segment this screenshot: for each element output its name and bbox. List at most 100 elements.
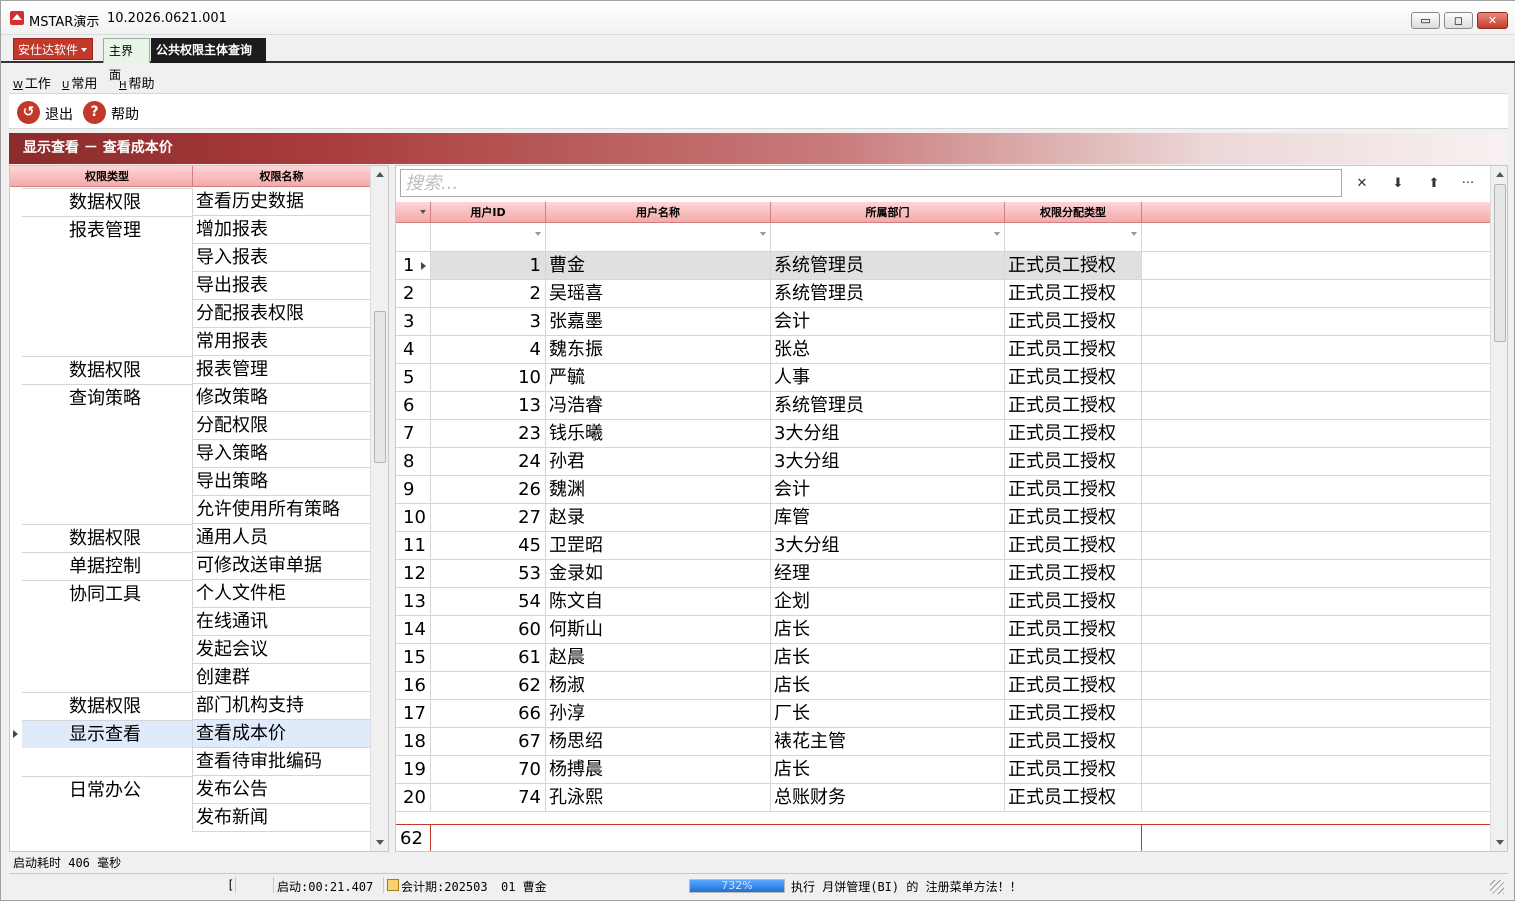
- user-name-cell: 杨思绍: [546, 728, 771, 755]
- table-row[interactable]: 11 45 卫罡昭 3大分组 正式员工授权: [396, 532, 1490, 560]
- permission-row[interactable]: 导出策略: [10, 468, 370, 496]
- tab-public-permission-query[interactable]: 公共权限主体查询: [151, 38, 266, 63]
- user-id-cell: 54: [431, 588, 546, 615]
- table-row[interactable]: 6 13 冯浩睿 系统管理员 正式员工授权: [396, 392, 1490, 420]
- exit-button[interactable]: ↺ 退出: [17, 101, 79, 125]
- permission-row[interactable]: 发布新闻: [10, 804, 370, 832]
- filter-user-name[interactable]: [546, 223, 771, 251]
- user-id-cell: 70: [431, 756, 546, 783]
- permission-row[interactable]: 导入策略: [10, 440, 370, 468]
- permission-row[interactable]: 分配权限: [10, 412, 370, 440]
- column-header-assign-type[interactable]: 权限分配类型: [1005, 202, 1142, 223]
- search-options-button[interactable]: ···: [1457, 174, 1479, 194]
- permission-row[interactable]: 数据权限 查看历史数据: [10, 188, 370, 216]
- table-row[interactable]: 15 61 赵晨 店长 正式员工授权: [396, 644, 1490, 672]
- find-next-button[interactable]: ⬇: [1387, 174, 1409, 194]
- table-row[interactable]: 18 67 杨思绍 裱花主管 正式员工授权: [396, 728, 1490, 756]
- permission-type-cell: [22, 608, 193, 636]
- permission-name-cell: 导出报表: [193, 272, 370, 300]
- permission-row[interactable]: 导入报表: [10, 244, 370, 272]
- filter-dropdown-icon[interactable]: [1131, 232, 1137, 236]
- menu-work[interactable]: W 工作: [13, 73, 51, 92]
- brand-menu-button[interactable]: 安仕达软件: [13, 38, 93, 60]
- column-header-department[interactable]: 所属部门: [771, 202, 1005, 223]
- user-name-cell: 孙君: [546, 448, 771, 475]
- table-row[interactable]: 5 10 严毓 人事 正式员工授权: [396, 364, 1490, 392]
- row-number-cell: 3: [396, 308, 431, 335]
- department-cell: 总账财务: [771, 784, 1005, 811]
- permission-type-cell: [22, 412, 193, 440]
- permission-row[interactable]: 查看待审批编码: [10, 748, 370, 776]
- row-number-cell: 4: [396, 336, 431, 363]
- table-row[interactable]: 8 24 孙君 3大分组 正式员工授权: [396, 448, 1490, 476]
- filter-dropdown-icon[interactable]: [994, 232, 1000, 236]
- row-number-cell: 2: [396, 280, 431, 307]
- permission-row[interactable]: 日常办公 发布公告: [10, 776, 370, 804]
- filter-assign-type[interactable]: [1005, 223, 1142, 251]
- menu-help[interactable]: H 帮助: [119, 73, 155, 92]
- table-row[interactable]: 9 26 魏渊 会计 正式员工授权: [396, 476, 1490, 504]
- permission-row[interactable]: 常用报表: [10, 328, 370, 356]
- row-indicator: [10, 804, 22, 832]
- scroll-thumb[interactable]: [374, 311, 386, 463]
- permission-row[interactable]: 数据权限 报表管理: [10, 356, 370, 384]
- permission-row[interactable]: 允许使用所有策略: [10, 496, 370, 524]
- table-row[interactable]: 20 74 孔泳熙 总账财务 正式员工授权: [396, 784, 1490, 812]
- column-header-permission-type[interactable]: 权限类型: [22, 166, 193, 187]
- permission-row[interactable]: 发起会议: [10, 636, 370, 664]
- table-row[interactable]: 17 66 孙淳 厂长 正式员工授权: [396, 700, 1490, 728]
- clear-search-button[interactable]: ✕: [1351, 174, 1373, 194]
- assign-type-cell: 正式员工授权: [1005, 700, 1142, 727]
- table-row[interactable]: 3 3 张嘉墨 会计 正式员工授权: [396, 308, 1490, 336]
- table-row[interactable]: 16 62 杨淑 店长 正式员工授权: [396, 672, 1490, 700]
- scroll-down-icon[interactable]: [376, 840, 384, 845]
- scroll-up-icon[interactable]: [1496, 172, 1504, 177]
- row-indicator: [10, 636, 22, 664]
- tab-home[interactable]: 主界面: [103, 38, 150, 82]
- find-previous-button[interactable]: ⬆: [1423, 174, 1445, 194]
- permission-row[interactable]: 数据权限 部门机构支持: [10, 692, 370, 720]
- permission-row[interactable]: 显示查看 查看成本价: [10, 720, 370, 748]
- scroll-thumb[interactable]: [1494, 184, 1506, 342]
- permission-row[interactable]: 创建群: [10, 664, 370, 692]
- permission-type-cell: [22, 468, 193, 496]
- table-row[interactable]: 12 53 金录如 经理 正式员工授权: [396, 560, 1490, 588]
- table-row[interactable]: 1 1 曹金 系统管理员 正式员工授权: [396, 252, 1490, 280]
- minimize-button[interactable]: ▭: [1411, 12, 1440, 29]
- maximize-button[interactable]: ◻: [1444, 12, 1473, 29]
- scroll-up-icon[interactable]: [376, 172, 384, 177]
- menu-common[interactable]: U 常用: [62, 73, 97, 92]
- user-grid-scrollbar[interactable]: [1490, 166, 1507, 851]
- permission-row[interactable]: 在线通讯: [10, 608, 370, 636]
- permission-list-scrollbar[interactable]: [370, 166, 388, 851]
- table-row[interactable]: 14 60 何斯山 店长 正式员工授权: [396, 616, 1490, 644]
- permission-row[interactable]: 数据权限 通用人员: [10, 524, 370, 552]
- permission-row[interactable]: 分配报表权限: [10, 300, 370, 328]
- column-header-permission-name[interactable]: 权限名称: [193, 166, 370, 187]
- permission-row[interactable]: 单据控制 可修改送审单据: [10, 552, 370, 580]
- table-row[interactable]: 7 23 钱乐曦 3大分组 正式员工授权: [396, 420, 1490, 448]
- close-button[interactable]: ✕: [1477, 12, 1508, 29]
- permission-row[interactable]: 报表管理 增加报表: [10, 216, 370, 244]
- permission-row[interactable]: 协同工具 个人文件柜: [10, 580, 370, 608]
- row-header-corner[interactable]: [396, 202, 431, 223]
- search-input[interactable]: [400, 169, 1342, 197]
- scroll-down-icon[interactable]: [1496, 840, 1504, 845]
- table-row[interactable]: 2 2 吴瑶喜 系统管理员 正式员工授权: [396, 280, 1490, 308]
- column-header-user-name[interactable]: 用户名称: [546, 202, 771, 223]
- table-row[interactable]: 4 4 魏东振 张总 正式员工授权: [396, 336, 1490, 364]
- help-button[interactable]: ? 帮助: [83, 101, 145, 125]
- table-row[interactable]: 13 54 陈文自 企划 正式员工授权: [396, 588, 1490, 616]
- resize-grip-icon[interactable]: [1490, 880, 1504, 894]
- permission-row[interactable]: 查询策略 修改策略: [10, 384, 370, 412]
- filter-department[interactable]: [771, 223, 1005, 251]
- table-row[interactable]: 19 70 杨搏晨 店长 正式员工授权: [396, 756, 1490, 784]
- filter-user-id[interactable]: [431, 223, 546, 251]
- filter-dropdown-icon[interactable]: [760, 232, 766, 236]
- table-row[interactable]: 10 27 赵录 库管 正式员工授权: [396, 504, 1490, 532]
- row-number-cell: 13: [396, 588, 431, 615]
- row-number-cell: 17: [396, 700, 431, 727]
- filter-dropdown-icon[interactable]: [535, 232, 541, 236]
- column-header-user-id[interactable]: 用户ID: [431, 202, 546, 223]
- permission-row[interactable]: 导出报表: [10, 272, 370, 300]
